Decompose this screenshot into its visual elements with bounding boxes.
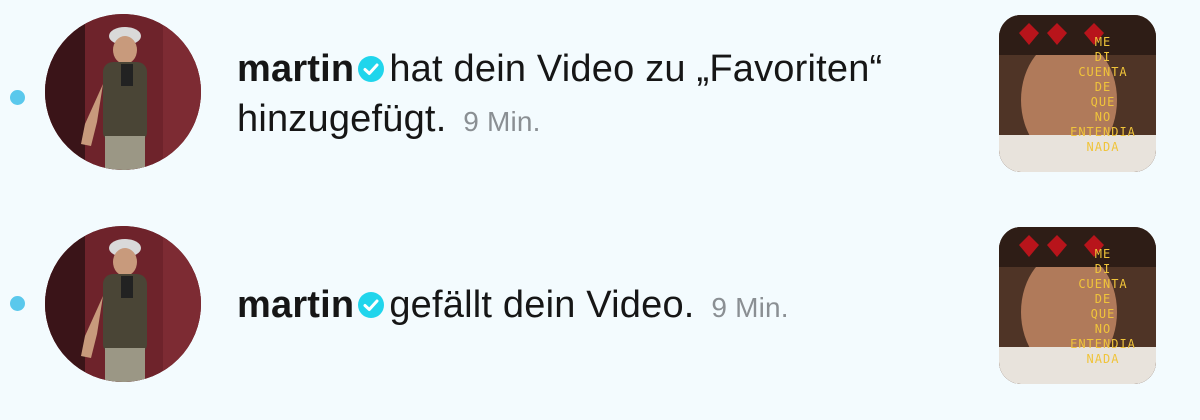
caption-line: ME	[1094, 247, 1112, 261]
avatar[interactable]	[45, 226, 201, 382]
caption-line: ME	[1094, 35, 1112, 49]
caption-line: NADA	[1086, 352, 1120, 366]
message-text: gefällt dein Video.	[389, 284, 695, 326]
video-thumbnail[interactable]: ME DI CUENTA DE QUE NO ENTENDIA NADA	[999, 227, 1156, 384]
timestamp: 9 Min.	[711, 292, 789, 323]
caption-line: QUE	[1090, 307, 1116, 321]
unread-dot	[10, 90, 25, 105]
caption-line: QUE	[1090, 95, 1116, 109]
username[interactable]: martin	[237, 48, 354, 90]
caption-line: CUENTA	[1078, 65, 1128, 79]
caption-line: NO	[1094, 322, 1112, 336]
thumbnail-caption: ME DI CUENTA DE QUE NO ENTENDIA NADA	[1058, 247, 1148, 367]
thumbnail-caption: ME DI CUENTA DE QUE NO ENTENDIA NADA	[1058, 35, 1148, 155]
notification-item[interactable]: martin hat dein Video zu „Favoriten“ hinz…	[0, 12, 1200, 182]
verified-badge-icon	[357, 55, 385, 83]
unread-dot	[10, 296, 25, 311]
caption-line: DE	[1094, 292, 1112, 306]
video-thumbnail[interactable]: ME DI CUENTA DE QUE NO ENTENDIA NADA	[999, 15, 1156, 172]
notification-item[interactable]: martin gefällt dein Video. 9 Min. ME DI C…	[0, 224, 1200, 394]
caption-line: ENTENDIA	[1070, 125, 1136, 139]
avatar[interactable]	[45, 14, 201, 170]
notification-message: martin gefällt dein Video. 9 Min.	[237, 280, 967, 333]
caption-line: DI	[1094, 50, 1112, 64]
caption-line: CUENTA	[1078, 277, 1128, 291]
username[interactable]: martin	[237, 284, 354, 326]
caption-line: DE	[1094, 80, 1112, 94]
caption-line: DI	[1094, 262, 1112, 276]
caption-line: NADA	[1086, 140, 1120, 154]
verified-badge-icon	[357, 291, 385, 319]
timestamp: 9 Min.	[463, 106, 541, 137]
caption-line: NO	[1094, 110, 1112, 124]
notification-message: martin hat dein Video zu „Favoriten“ hinz…	[237, 44, 967, 147]
caption-line: ENTENDIA	[1070, 337, 1136, 351]
